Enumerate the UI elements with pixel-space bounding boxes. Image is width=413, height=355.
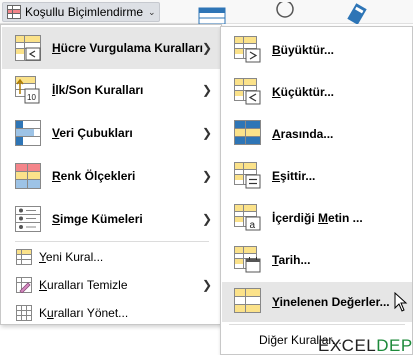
conditional-formatting-icon bbox=[7, 5, 21, 19]
submenu-item-equal-to[interactable]: Eşittir... bbox=[222, 156, 412, 196]
menu-item-label: lk/Son Kuralları bbox=[55, 83, 144, 97]
menu-item-label-accel: Y bbox=[39, 249, 46, 264]
menu-item-highlight-cells-rules[interactable]: Hücre Vurgulama Kuralları ❯ bbox=[2, 27, 221, 69]
submenu-item-label: etin ... bbox=[328, 211, 363, 225]
menu-item-label-accel: u bbox=[47, 305, 54, 320]
menu-item-label-accel: H bbox=[52, 41, 61, 55]
menu-item-color-scales[interactable]: Renk Ölçekleri ❯ bbox=[2, 155, 221, 197]
new-rule-icon bbox=[16, 248, 32, 265]
submenu-item-label: üyüktür... bbox=[280, 43, 335, 57]
submenu-item-label: inelenen Değerler... bbox=[279, 295, 390, 309]
clear-rules-icon bbox=[16, 276, 32, 293]
submenu-item-label-accel: M bbox=[318, 211, 329, 225]
menu-item-manage-rules[interactable]: Kuralları Yönet... bbox=[2, 298, 221, 327]
submenu-item-between[interactable]: Arasında... bbox=[222, 114, 412, 154]
more-rules-pre: Di bbox=[259, 333, 271, 347]
submenu-item-label-accel: Y bbox=[272, 295, 280, 309]
chevron-right-icon: ❯ bbox=[201, 169, 212, 183]
excel-depo-watermark: EXCELDEPO bbox=[318, 336, 413, 355]
chevron-right-icon: ❯ bbox=[201, 83, 212, 97]
equal-to-icon bbox=[234, 162, 261, 189]
text-contains-icon: a bbox=[234, 204, 261, 231]
menu-item-top-bottom-rules[interactable]: 10 İlk/Son Kuralları ❯ bbox=[2, 69, 221, 111]
submenu-divider bbox=[229, 324, 405, 325]
watermark-part2: DEPO bbox=[376, 336, 413, 355]
submenu-item-duplicate-values[interactable]: Yinelenen Değerler... bbox=[222, 282, 412, 322]
conditional-formatting-menu: Hücre Vurgulama Kuralları ❯ 10 İlk/Son K… bbox=[0, 24, 222, 325]
chevron-right-icon: ❯ bbox=[201, 212, 212, 226]
menu-item-label: enk Ölçekleri bbox=[60, 169, 136, 183]
submenu-item-label-accel: A bbox=[272, 127, 281, 141]
find-select-icon[interactable] bbox=[272, 2, 298, 24]
submenu-item-greater-than[interactable]: Büyüktür... bbox=[222, 30, 412, 70]
manage-rules-icon bbox=[16, 304, 32, 321]
icon-sets-icon bbox=[15, 206, 41, 232]
menu-item-label: eri Çubukları bbox=[59, 126, 133, 140]
submenu-item-label: üçüktür... bbox=[280, 85, 335, 99]
menu-item-icon-sets[interactable]: Simge Kümeleri ❯ bbox=[2, 198, 221, 240]
menu-item-label-pre: K bbox=[39, 305, 48, 320]
chevron-right-icon: ❯ bbox=[201, 41, 212, 55]
color-scales-icon bbox=[15, 163, 41, 189]
mouse-cursor-icon bbox=[394, 292, 408, 312]
submenu-item-label: arih... bbox=[278, 253, 311, 267]
menu-item-label: uralları Temizle bbox=[47, 277, 128, 292]
submenu-item-less-than[interactable]: Küçüktür... bbox=[222, 72, 412, 112]
submenu-item-date-occurring[interactable]: Tarih... bbox=[222, 240, 412, 280]
submenu-item-label: rasında... bbox=[280, 127, 334, 141]
chevron-right-icon: ❯ bbox=[201, 277, 212, 292]
menu-item-label: ralları Yönet... bbox=[53, 305, 129, 320]
data-bars-icon bbox=[15, 120, 41, 146]
chevron-down-icon: ⌄ bbox=[148, 6, 156, 17]
greater-than-icon bbox=[234, 36, 261, 63]
menu-item-clear-rules[interactable]: Kuralları Temizle ❯ bbox=[2, 270, 221, 299]
submenu-item-label-pre: İçerdiği bbox=[272, 211, 319, 225]
menu-item-label: ücre Vurgulama Kuralları bbox=[60, 41, 203, 55]
duplicate-values-icon bbox=[234, 288, 261, 313]
submenu-item-label-accel: E bbox=[272, 169, 281, 183]
highlight-cells-icon bbox=[15, 35, 41, 61]
svg-text:10: 10 bbox=[27, 93, 36, 102]
menu-item-data-bars[interactable]: Veri Çubukları ❯ bbox=[2, 112, 221, 154]
menu-item-label-accel: S bbox=[52, 212, 61, 226]
submenu-item-text-contains[interactable]: a İçerdiği Metin ... bbox=[222, 198, 412, 238]
ribbon-strip: Koşullu Biçimlendirme ⌄ bbox=[0, 0, 413, 24]
menu-item-new-rule[interactable]: Yeni Kural... bbox=[2, 242, 221, 271]
between-icon bbox=[234, 120, 261, 145]
svg-text:a: a bbox=[250, 220, 256, 231]
menu-item-label-accel: K bbox=[39, 277, 48, 292]
format-as-table-icon[interactable] bbox=[198, 2, 228, 24]
conditional-formatting-label: Koşullu Biçimlendirme bbox=[25, 5, 144, 19]
highlight-cells-submenu: Büyüktür... Küçüktür... Arasında... Eşit… bbox=[220, 26, 413, 355]
analyze-data-icon[interactable] bbox=[344, 2, 372, 24]
submenu-item-label-accel: B bbox=[272, 43, 281, 57]
watermark-part1: EXCEL bbox=[318, 336, 377, 355]
menu-item-label: eni Kural... bbox=[45, 249, 104, 264]
menu-item-label: imge Kümeleri bbox=[60, 212, 143, 226]
chevron-right-icon: ❯ bbox=[201, 126, 212, 140]
conditional-formatting-button[interactable]: Koşullu Biçimlendirme ⌄ bbox=[2, 2, 160, 22]
submenu-item-label: şittir... bbox=[280, 169, 316, 183]
less-than-icon bbox=[234, 78, 261, 105]
menu-item-label-accel: R bbox=[52, 169, 61, 183]
date-occurring-icon bbox=[234, 246, 261, 273]
top-bottom-icon: 10 bbox=[15, 76, 40, 104]
submenu-item-label-accel: K bbox=[272, 85, 281, 99]
